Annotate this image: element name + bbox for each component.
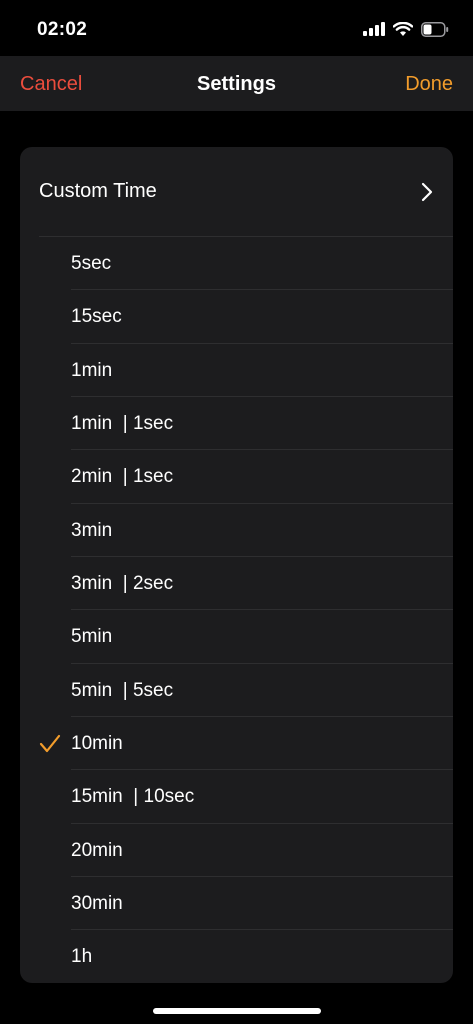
nav-bar: Cancel Settings Done	[0, 56, 473, 111]
time-option-row[interactable]: 15sec	[20, 290, 453, 344]
time-option-label: 1min	[71, 359, 113, 381]
time-option-row[interactable]: 1h	[20, 930, 453, 983]
time-option-label: 15sec	[71, 306, 122, 328]
time-option-label: 10min	[71, 733, 123, 755]
time-option-label: 1min | 1sec	[71, 413, 174, 435]
time-option-label: 1h	[71, 946, 93, 968]
time-option-row[interactable]: 15min | 10sec	[20, 770, 453, 824]
status-time: 02:02	[37, 19, 88, 40]
battery-icon	[421, 21, 449, 37]
time-option-row[interactable]: 30min	[20, 877, 453, 931]
wifi-icon	[393, 21, 413, 36]
time-option-label: 20min	[71, 839, 123, 861]
time-option-row[interactable]: 10min	[20, 717, 453, 771]
time-option-label: 5min | 5sec	[71, 679, 174, 701]
settings-panel: Custom Time 5sec 15sec 1min 1min | 1sec 2min…	[20, 147, 453, 983]
time-option-row[interactable]: 1min | 1sec	[20, 397, 453, 451]
time-option-label: 2min | 1sec	[71, 466, 174, 488]
status-bar: 02:02	[0, 0, 473, 56]
time-option-row[interactable]: 5min	[20, 610, 453, 664]
chevron-right-icon	[421, 182, 433, 202]
page-title: Settings	[197, 73, 276, 95]
time-option-label: 5min	[71, 626, 113, 648]
time-option-row[interactable]: 5min | 5sec	[20, 664, 453, 718]
time-option-row[interactable]: 1min	[20, 344, 453, 398]
custom-time-row[interactable]: Custom Time	[20, 147, 453, 237]
time-option-label: 15min | 10sec	[71, 786, 195, 808]
done-button[interactable]: Done	[405, 73, 453, 96]
time-option-label: 5sec	[71, 253, 112, 274]
time-option-label: 30min	[71, 893, 123, 915]
time-option-row[interactable]: 20min	[20, 824, 453, 878]
time-option-row[interactable]: 5sec	[20, 237, 453, 291]
time-option-label: 3min	[71, 519, 113, 541]
cellular-signal-icon	[363, 22, 385, 36]
status-icons	[363, 19, 449, 39]
home-indicator[interactable]	[153, 1008, 321, 1014]
checkmark-icon	[39, 734, 61, 753]
time-option-row[interactable]: 3min | 2sec	[20, 557, 453, 611]
time-option-row[interactable]: 2min | 1sec	[20, 450, 453, 504]
time-option-row[interactable]: 3min	[20, 504, 453, 558]
custom-time-label: Custom Time	[39, 180, 157, 202]
time-options-list: 5sec 15sec 1min 1min | 1sec 2min | 1sec 3min 3…	[20, 237, 453, 983]
time-option-label: 3min | 2sec	[71, 573, 174, 595]
